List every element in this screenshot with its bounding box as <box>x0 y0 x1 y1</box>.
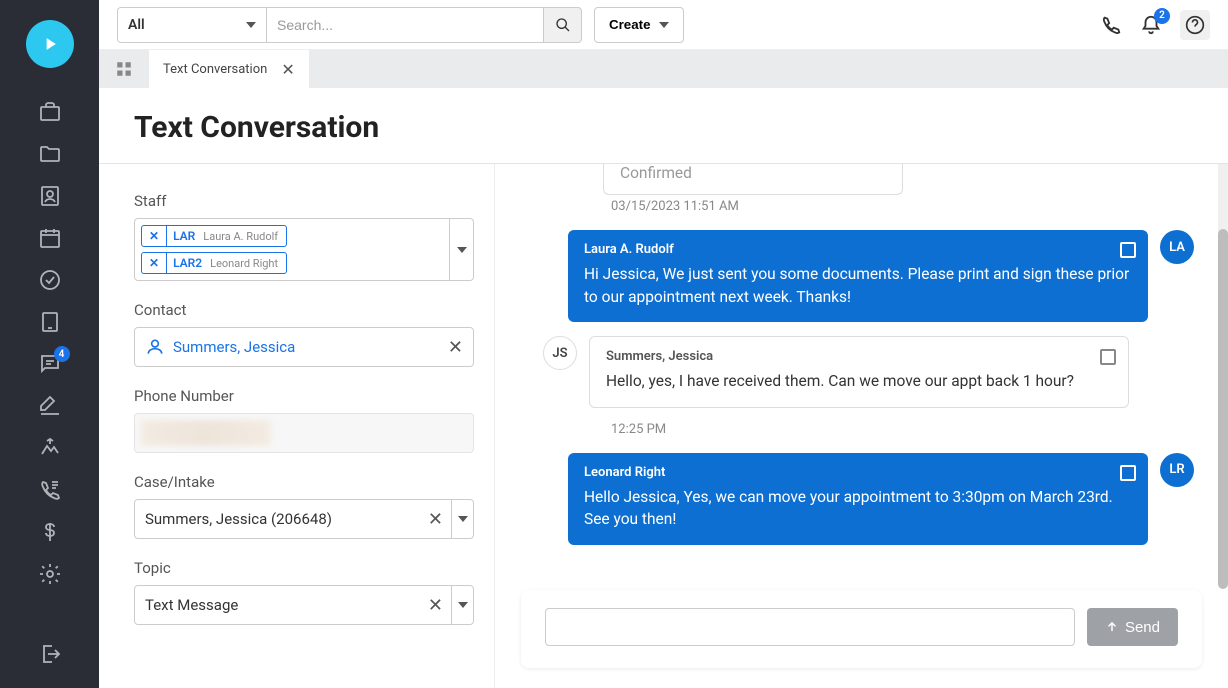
chat-icon[interactable]: 4 <box>36 350 64 378</box>
contact-value: Summers, Jessica <box>173 338 440 356</box>
staff-label: Staff <box>134 192 474 210</box>
gear-icon[interactable] <box>36 560 64 588</box>
search-input[interactable] <box>267 7 544 43</box>
contact-label: Contact <box>134 301 474 319</box>
notification-badge: 2 <box>1154 8 1170 24</box>
briefcase-icon[interactable] <box>36 98 64 126</box>
topic-select[interactable]: Text Message ✕ <box>134 585 474 625</box>
message-row: JS Summers, Jessica Hello, yes, I have r… <box>543 336 1194 407</box>
contact-card-icon[interactable] <box>36 182 64 210</box>
logo-play-button[interactable] <box>26 20 74 68</box>
message-bubble: Confirmed <box>603 164 903 195</box>
remove-tag-icon[interactable]: ✕ <box>142 226 167 246</box>
message-sender: Laura A. Rudolf <box>584 242 1132 257</box>
chevron-down-icon <box>246 22 256 28</box>
clear-icon[interactable]: ✕ <box>448 337 463 358</box>
avatar: LR <box>1160 453 1194 487</box>
left-sidebar: 4 <box>0 0 99 688</box>
create-button[interactable]: Create <box>594 7 684 43</box>
tab-text-conversation[interactable]: Text Conversation ✕ <box>149 50 309 88</box>
filter-select[interactable]: All <box>117 7 267 43</box>
message-sender: Leonard Right <box>584 465 1132 480</box>
compose-input[interactable] <box>545 608 1075 646</box>
message-sender: Summers, Jessica <box>606 349 1112 364</box>
staff-select[interactable]: ✕ LAR Laura A. Rudolf ✕ LAR2 Leonard Rig… <box>134 218 474 281</box>
tablet-icon[interactable] <box>36 308 64 336</box>
phone-list-icon[interactable] <box>36 476 64 504</box>
avatar: LA <box>1160 230 1194 264</box>
check-circle-icon[interactable] <box>36 266 64 294</box>
message-checkbox[interactable] <box>1100 349 1116 365</box>
chevron-down-icon <box>659 22 669 28</box>
bell-icon[interactable]: 2 <box>1140 14 1162 36</box>
tab-label: Text Conversation <box>163 62 267 77</box>
apps-grid-icon[interactable] <box>99 50 149 88</box>
close-icon[interactable]: ✕ <box>281 60 294 79</box>
compose-bar: Send <box>521 590 1202 668</box>
message-checkbox[interactable] <box>1120 465 1136 481</box>
case-value: Summers, Jessica (206648) <box>135 510 420 528</box>
scrollbar-thumb[interactable] <box>1218 229 1228 589</box>
message-body: Hello, yes, I have received them. Can we… <box>606 370 1112 392</box>
phone-field <box>134 413 474 453</box>
analytics-icon[interactable] <box>36 434 64 462</box>
topbar: All Create 2 <box>99 0 1228 50</box>
folder-icon[interactable] <box>36 140 64 168</box>
message-row: Leonard Right Hello Jessica, Yes, we can… <box>543 453 1194 545</box>
message-bubble: Laura A. Rudolf Hi Jessica, We just sent… <box>568 230 1148 322</box>
message-bubble: Leonard Right Hello Jessica, Yes, we can… <box>568 453 1148 545</box>
staff-tag: ✕ LAR Laura A. Rudolf <box>141 225 287 247</box>
topic-label: Topic <box>134 559 474 577</box>
chat-scroll[interactable]: Confirmed 03/15/2023 11:51 AM Laura A. R… <box>495 164 1228 590</box>
phone-redacted <box>141 420 271 446</box>
staff-dropdown-toggle[interactable] <box>449 219 473 280</box>
filter-value: All <box>128 17 145 33</box>
calendar-icon[interactable] <box>36 224 64 252</box>
dollar-icon[interactable] <box>36 518 64 546</box>
case-label: Case/Intake <box>134 473 474 491</box>
contact-select[interactable]: Summers, Jessica ✕ <box>134 327 474 367</box>
timestamp: 12:25 PM <box>611 422 1194 437</box>
case-select[interactable]: Summers, Jessica (206648) ✕ <box>134 499 474 539</box>
help-icon[interactable] <box>1180 10 1210 40</box>
clear-icon[interactable]: ✕ <box>420 595 451 616</box>
message-body: Hi Jessica, We just sent you some docume… <box>584 263 1132 308</box>
remove-tag-icon[interactable]: ✕ <box>142 253 167 273</box>
chat-panel: Confirmed 03/15/2023 11:51 AM Laura A. R… <box>494 164 1228 688</box>
message-body: Hello Jessica, Yes, we can move your app… <box>584 486 1132 531</box>
tab-row: Text Conversation ✕ <box>99 50 1228 88</box>
pen-icon[interactable] <box>36 392 64 420</box>
chat-badge: 4 <box>54 346 70 362</box>
page-title: Text Conversation <box>99 88 1228 163</box>
message-row: Laura A. Rudolf Hi Jessica, We just sent… <box>543 230 1194 322</box>
phone-label: Phone Number <box>134 387 474 405</box>
form-panel: Staff ✕ LAR Laura A. Rudolf ✕ L <box>99 164 494 688</box>
send-button[interactable]: Send <box>1087 608 1178 646</box>
clear-icon[interactable]: ✕ <box>420 509 451 530</box>
topic-value: Text Message <box>135 596 420 614</box>
search-button[interactable] <box>544 7 582 43</box>
avatar: JS <box>543 336 577 370</box>
chevron-down-icon[interactable] <box>451 586 473 624</box>
logout-icon[interactable] <box>36 640 64 668</box>
message-checkbox[interactable] <box>1120 242 1136 258</box>
timestamp: 03/15/2023 11:51 AM <box>611 199 1194 214</box>
message-bubble: Summers, Jessica Hello, yes, I have rece… <box>589 336 1129 407</box>
staff-tag: ✕ LAR2 Leonard Right <box>141 252 287 274</box>
chevron-down-icon[interactable] <box>451 500 473 538</box>
phone-icon[interactable] <box>1100 14 1122 36</box>
